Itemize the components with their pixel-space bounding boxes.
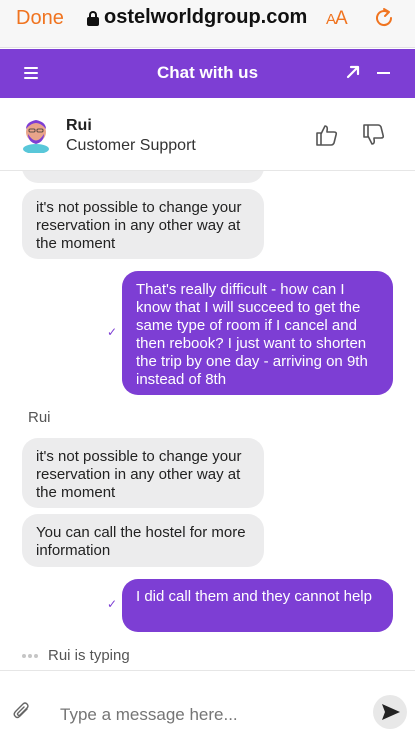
message-bubble-outgoing: I did call them and they cannot help [122, 579, 393, 632]
agent-role: Customer Support [66, 137, 196, 154]
message-sender: Rui [28, 409, 51, 426]
thumbs-up-icon[interactable] [315, 123, 339, 147]
read-check-icon: ✓ [107, 597, 118, 611]
message-bubble-incoming: it's not possible to change your reserva… [22, 189, 264, 259]
read-check-icon: ✓ [107, 325, 118, 339]
send-button[interactable] [373, 695, 407, 729]
agent-name: Rui [66, 117, 92, 134]
minimize-icon[interactable] [377, 72, 390, 74]
typing-dots-icon [22, 647, 46, 664]
message-text: it's not possible to change your reserva… [36, 199, 242, 252]
message-bubble-incoming: You can call the hostel for more informa… [22, 514, 264, 567]
message-text: it's not possible to change your reserva… [36, 448, 242, 501]
thumbs-down-icon[interactable] [362, 123, 386, 147]
expand-icon[interactable] [345, 64, 361, 80]
message-list[interactable]: it's not possible to change your reserva… [0, 171, 415, 668]
browser-toolbar: Done ostelworldgroup.com AA [0, 0, 415, 48]
message-text: You can call the hostel for more informa… [36, 524, 246, 559]
message-text: That's really difficult - how can I know… [136, 281, 368, 388]
reload-icon[interactable] [372, 6, 396, 30]
done-button[interactable]: Done [16, 7, 64, 30]
message-bubble-partial [22, 171, 264, 183]
typing-indicator: Rui is typing [22, 647, 130, 664]
agent-info-bar: Rui Customer Support [0, 98, 415, 171]
attachment-icon[interactable] [13, 701, 31, 721]
message-bubble-outgoing: That's really difficult - how can I know… [122, 271, 393, 395]
address-bar[interactable]: ostelworldgroup.com [104, 6, 314, 29]
message-text: I did call them and they cannot help [136, 588, 372, 605]
message-bubble-incoming: it's not possible to change your reserva… [22, 438, 264, 508]
message-composer [0, 670, 415, 729]
text-size-button[interactable]: AA [326, 8, 348, 30]
typing-text: Rui is typing [48, 647, 130, 664]
message-input[interactable] [60, 705, 320, 725]
lock-icon [87, 11, 99, 26]
agent-avatar [23, 120, 49, 153]
chat-header: Chat with us [0, 49, 415, 98]
send-icon [382, 704, 400, 720]
